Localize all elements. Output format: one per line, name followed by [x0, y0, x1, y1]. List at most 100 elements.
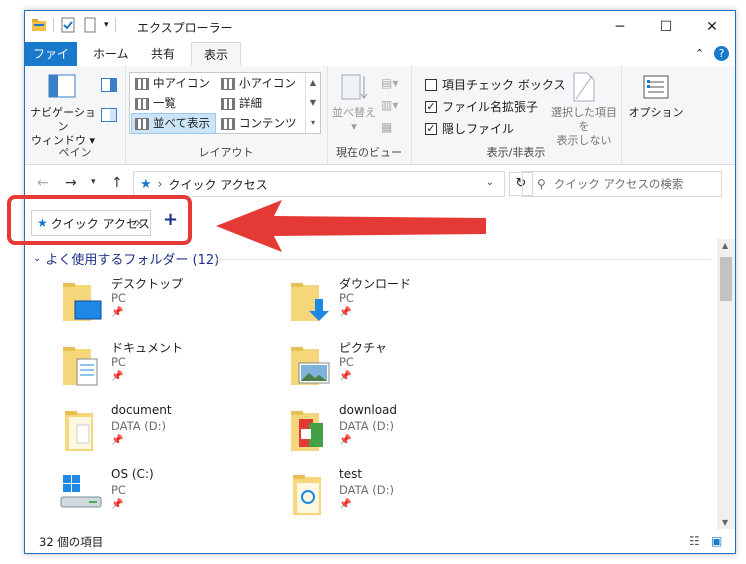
layout-label: 小アイコン	[239, 76, 296, 90]
ribbon-group-options: オプション	[621, 66, 687, 164]
back-button[interactable]: ←	[37, 175, 49, 191]
item-name: download	[339, 403, 398, 417]
list-item[interactable]: ドキュメント PC 📌	[59, 339, 259, 399]
vertical-scrollbar[interactable]: ▲ ▼	[717, 239, 735, 529]
search-box[interactable]: ⚲ クイック アクセスの検索	[522, 171, 722, 197]
item-location: PC	[339, 291, 354, 305]
layout-scroll[interactable]: ▲ ▼ ▾	[305, 73, 320, 133]
group-label-current-view: 現在のビュー	[336, 146, 402, 159]
item-name: ピクチャ	[339, 341, 387, 355]
add-columns-icon[interactable]: ▥▾	[381, 98, 398, 112]
tab-file[interactable]: ファイル	[25, 42, 77, 85]
size-columns-icon[interactable]: ▦	[381, 120, 392, 134]
breadcrumb-quick-access[interactable]: クイック アクセス	[168, 176, 267, 193]
quick-access-star-icon: ★	[140, 176, 152, 192]
options-button[interactable]: オプション	[627, 74, 685, 120]
ribbon: ナビゲーション ウィンドウ ▾ ペイン 中アイコン 小アイコン 一覧 詳細 並べ…	[25, 66, 735, 165]
options-label: オプション	[628, 106, 684, 119]
item-location: PC	[339, 355, 354, 369]
content-icon	[221, 117, 235, 130]
pin-icon: 📌	[339, 499, 352, 510]
group-label-pane: ペイン	[58, 146, 92, 159]
annotation-arrow	[216, 200, 486, 252]
maximize-button[interactable]: ☐	[643, 11, 689, 42]
address-bar[interactable]: ★ › クイック アクセス ⌄	[133, 171, 505, 197]
customize-qat-icon[interactable]: ▾	[104, 20, 109, 30]
layout-medium-icons[interactable]: 中アイコン	[132, 74, 217, 93]
checkbox-checked[interactable]: ✓	[425, 100, 437, 113]
close-button[interactable]: ✕	[689, 11, 735, 42]
extensions-label: ファイル名拡張子	[442, 100, 539, 114]
sort-by-button[interactable]: 並べ替え ▾	[331, 72, 377, 134]
layout-details[interactable]: 詳細	[218, 94, 303, 113]
scroll-down-icon[interactable]: ▼	[722, 518, 728, 527]
details-icon	[221, 97, 235, 110]
chevron-down-icon: ⌄	[33, 253, 42, 264]
layout-content[interactable]: コンテンツ	[218, 114, 303, 133]
navigation-pane-button[interactable]: ナビゲーション ウィンドウ ▾	[29, 72, 97, 148]
list-item[interactable]: OS (C:) PC 📌	[59, 467, 259, 527]
hide-selected-label: 選択した項目を	[551, 106, 617, 133]
collapse-ribbon-icon[interactable]: ⌃	[695, 47, 704, 60]
item-checkbox-toggle[interactable]: 項目チェック ボックス	[425, 76, 565, 93]
medium-icons-icon	[135, 77, 149, 90]
item-location: DATA (D:)	[339, 419, 394, 433]
item-location: PC	[111, 483, 126, 497]
hide-selected-button[interactable]: 選択した項目を 表示しない	[547, 72, 621, 148]
tab-share[interactable]: 共有	[139, 42, 187, 66]
item-name: デスクトップ	[111, 277, 184, 291]
pin-icon: 📌	[111, 371, 124, 382]
scroll-up-icon[interactable]: ▲	[722, 241, 728, 250]
list-item[interactable]: download DATA (D:) 📌	[287, 403, 487, 463]
item-name: document	[111, 403, 172, 417]
documents-folder-icon	[63, 347, 98, 386]
up-button[interactable]: ↑	[111, 175, 123, 191]
large-icons-view-icon[interactable]: ▣	[711, 534, 722, 548]
details-pane-icon[interactable]	[101, 108, 117, 125]
pin-icon: 📌	[111, 499, 124, 510]
checkbox-unchecked[interactable]	[425, 78, 437, 91]
recent-locations-button[interactable]: ▾	[91, 177, 96, 187]
layout-gallery: 中アイコン 小アイコン 一覧 詳細 並べて表示 コンテンツ ▲ ▼ ▾	[129, 72, 321, 134]
navigation-pane-icon	[48, 74, 76, 98]
sort-icon	[341, 74, 368, 100]
layout-small-icons[interactable]: 小アイコン	[218, 74, 303, 93]
forward-button[interactable]: →	[65, 175, 77, 191]
pictures-folder-icon	[291, 347, 330, 385]
new-folder-icon[interactable]	[82, 17, 98, 33]
pin-icon: 📌	[339, 371, 352, 382]
list-item[interactable]: デスクトップ PC 📌	[59, 275, 259, 335]
item-name: OS (C:)	[111, 467, 154, 481]
address-dropdown-icon[interactable]: ⌄	[486, 177, 494, 188]
tab-home[interactable]: ホーム	[81, 42, 141, 66]
pin-icon: 📌	[111, 435, 124, 446]
hide-selected-icon	[573, 72, 595, 102]
list-item[interactable]: ピクチャ PC 📌	[287, 339, 487, 399]
folder-icon	[65, 411, 93, 451]
group-header[interactable]: ⌄ よく使用するフォルダー (12)	[33, 249, 219, 268]
minimize-button[interactable]: ─	[597, 11, 643, 42]
preview-pane-icon[interactable]	[101, 78, 117, 95]
list-item[interactable]: ダウンロード PC 📌	[287, 275, 487, 335]
small-icons-icon	[221, 77, 235, 90]
tab-view[interactable]: 表示	[191, 42, 242, 67]
list-item[interactable]: test DATA (D:) 📌	[287, 467, 487, 527]
search-placeholder: クイック アクセスの検索	[553, 177, 684, 191]
properties-icon[interactable]	[60, 17, 76, 33]
help-icon[interactable]: ?	[714, 46, 729, 61]
group-by-icon[interactable]: ▤▾	[381, 76, 398, 90]
hidden-items-toggle[interactable]: ✓ 隠しファイル	[425, 120, 514, 137]
scrollbar-thumb[interactable]	[720, 257, 732, 301]
pin-icon: 📌	[111, 307, 124, 318]
ribbon-group-show-hide: 項目チェック ボックス ✓ ファイル名拡張子 ✓ 隠しファイル 選択した項目を 表示…	[411, 66, 622, 164]
item-name: test	[339, 467, 363, 481]
pin-icon: 📌	[339, 307, 352, 318]
ribbon-tabs: ファイル ホーム 共有 表示 ⌃ ?	[25, 42, 735, 85]
explorer-folder-icon[interactable]	[31, 17, 47, 33]
details-view-icon[interactable]: ☷	[689, 534, 700, 548]
layout-tiles[interactable]: 並べて表示	[131, 113, 216, 134]
list-item[interactable]: document DATA (D:) 📌	[59, 403, 259, 463]
checkbox-checked[interactable]: ✓	[425, 122, 437, 135]
file-extensions-toggle[interactable]: ✓ ファイル名拡張子	[425, 98, 538, 115]
layout-list[interactable]: 一覧	[132, 94, 217, 113]
